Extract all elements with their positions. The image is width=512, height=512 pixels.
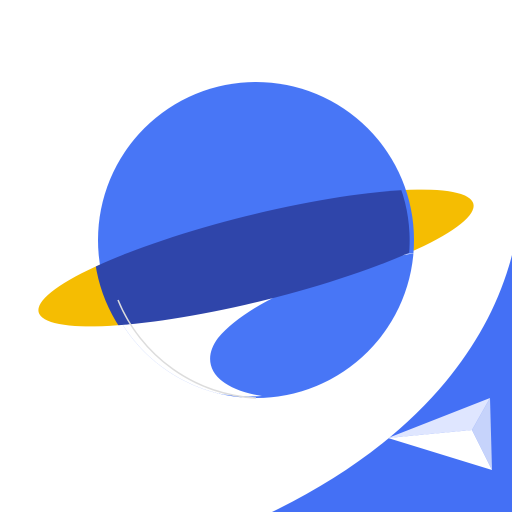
app-icon-canvas <box>0 0 512 512</box>
planet-logo <box>38 82 512 512</box>
